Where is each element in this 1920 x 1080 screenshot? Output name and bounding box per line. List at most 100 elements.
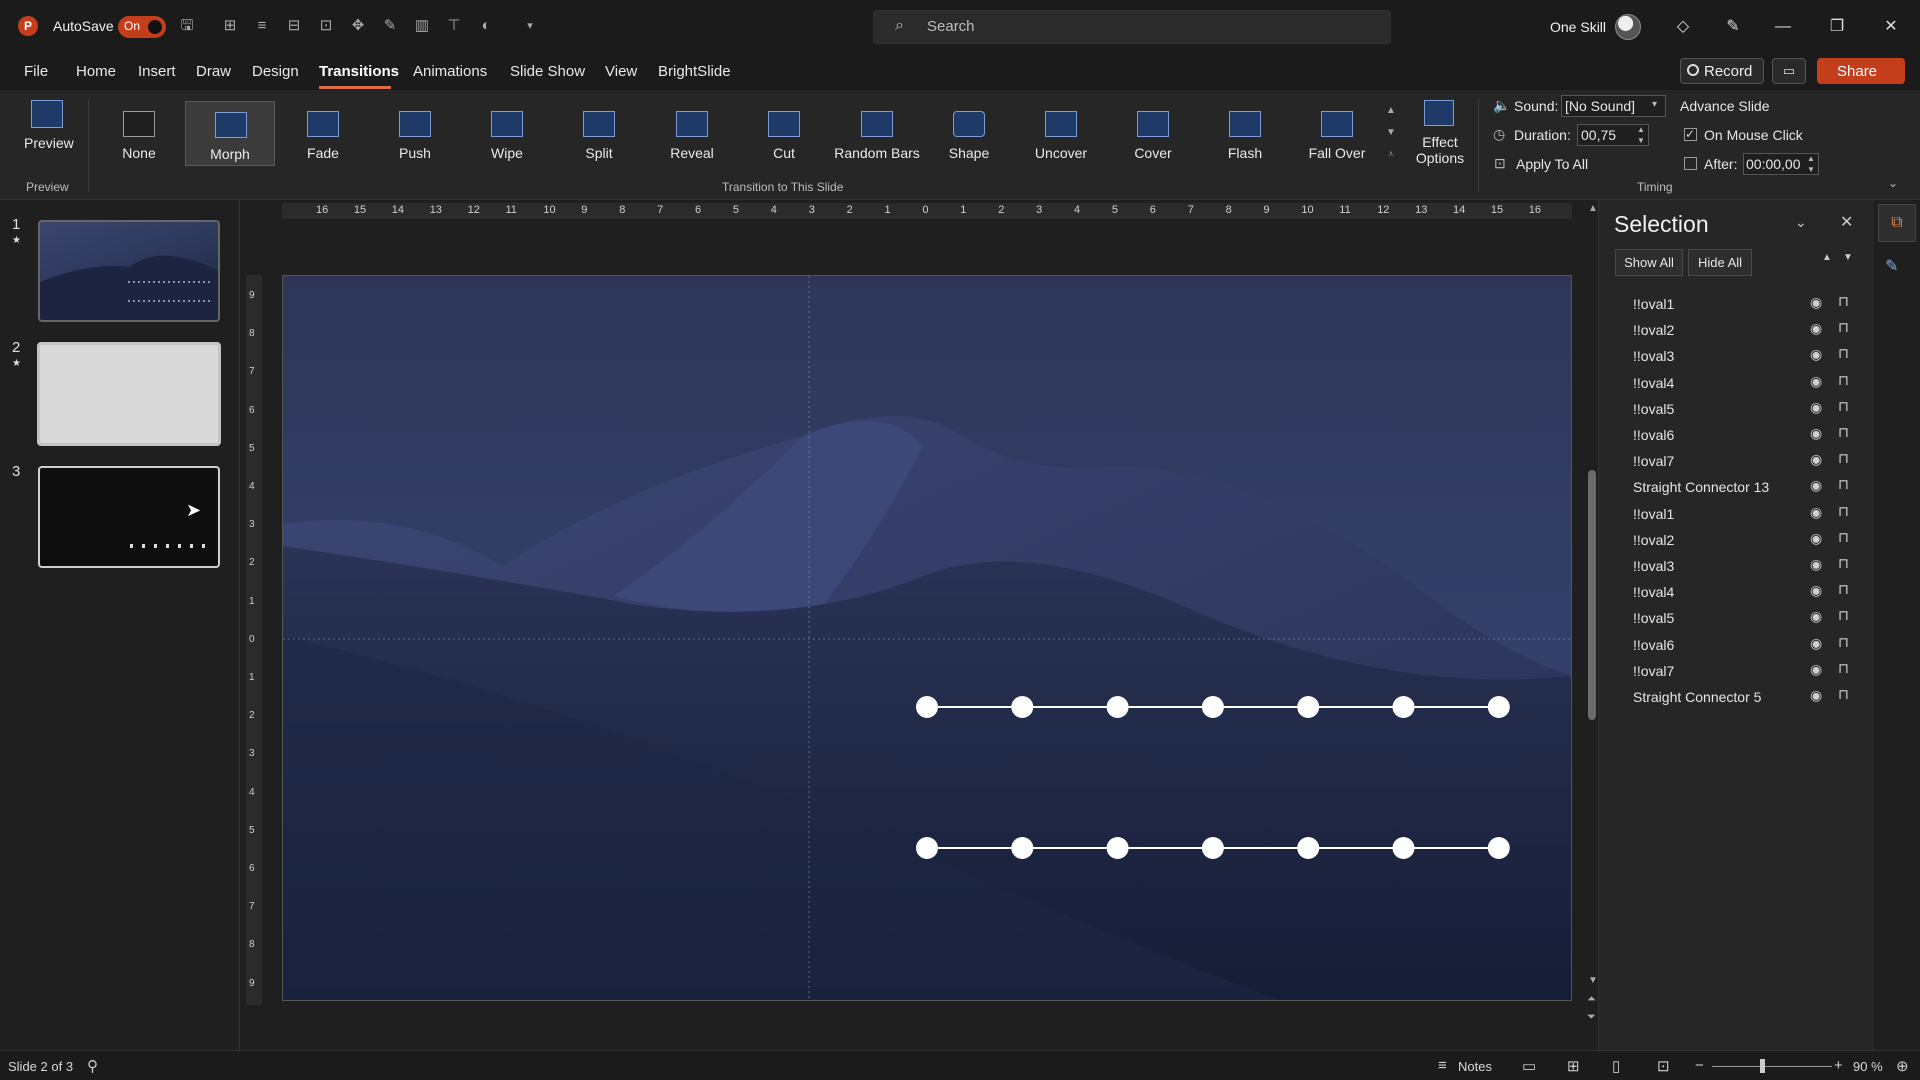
zoom-slider-thumb[interactable]	[1760, 1059, 1765, 1073]
scroll-up-icon[interactable]: ▲	[1588, 203, 1598, 214]
visibility-eye-icon[interactable]: ◉	[1810, 294, 1822, 311]
oval-2-4[interactable]	[1201, 837, 1224, 859]
save-icon[interactable]: 🖫	[177, 16, 197, 36]
tab-animations[interactable]: Animations	[413, 63, 487, 80]
oval-1-5[interactable]	[1297, 696, 1320, 718]
accessibility-icon[interactable]: ⚲	[87, 1057, 98, 1075]
selection-item[interactable]: !!oval4	[1633, 375, 1674, 391]
transition-wipe[interactable]: Wipe	[462, 101, 552, 166]
collapse-ribbon-icon[interactable]: ⌄	[1888, 176, 1898, 190]
slide-sorter-icon[interactable]: ⊞	[1567, 1057, 1580, 1075]
transition-random-bars[interactable]: Random Bars	[832, 101, 922, 166]
transition-morph[interactable]: Morph	[185, 101, 275, 166]
selection-item[interactable]: !!oval2	[1633, 322, 1674, 338]
vertical-scrollbar[interactable]	[1588, 470, 1596, 720]
zoom-slider[interactable]	[1712, 1066, 1832, 1067]
diamond-icon[interactable]: ◇	[1668, 14, 1698, 40]
oval-2-6[interactable]	[1392, 837, 1415, 859]
chart-icon[interactable]: ▥	[412, 16, 432, 36]
visibility-eye-icon[interactable]: ◉	[1810, 504, 1822, 521]
selection-item[interactable]: !!oval4	[1633, 584, 1674, 600]
unlock-icon[interactable]: ⊓	[1838, 476, 1849, 493]
selection-pane-toggle-icon[interactable]: ⧉	[1878, 204, 1916, 242]
reading-view-icon[interactable]: ▯	[1612, 1057, 1620, 1075]
unlock-icon[interactable]: ⊓	[1838, 450, 1849, 467]
oval-1-7[interactable]	[1487, 696, 1510, 718]
visibility-eye-icon[interactable]: ◉	[1810, 530, 1822, 547]
oval-1-1[interactable]	[916, 696, 938, 718]
selection-item[interactable]: !!oval3	[1633, 558, 1674, 574]
chevron-up-icon[interactable]: ▲	[1384, 100, 1398, 122]
visibility-eye-icon[interactable]: ◉	[1810, 477, 1822, 494]
unlock-icon[interactable]: ⊓	[1838, 555, 1849, 572]
visibility-eye-icon[interactable]: ◉	[1810, 608, 1822, 625]
unlock-icon[interactable]: ⊓	[1838, 581, 1849, 598]
transition-fall-over[interactable]: Fall Over	[1292, 101, 1382, 166]
unlock-icon[interactable]: ⊓	[1838, 372, 1849, 389]
visibility-eye-icon[interactable]: ◉	[1810, 399, 1822, 416]
selection-item[interactable]: !!oval7	[1633, 453, 1674, 469]
selection-item[interactable]: !!oval3	[1633, 348, 1674, 364]
tab-insert[interactable]: Insert	[138, 63, 176, 80]
effect-options-icon[interactable]	[1424, 100, 1454, 126]
tab-transitions[interactable]: Transitions	[319, 63, 399, 80]
visibility-eye-icon[interactable]: ◉	[1810, 556, 1822, 573]
transition-push[interactable]: Push	[370, 101, 460, 166]
selection-item[interactable]: !!oval5	[1633, 401, 1674, 417]
preview-button[interactable]: Preview	[24, 135, 74, 151]
pen-icon[interactable]: ✎	[380, 16, 400, 36]
visibility-eye-icon[interactable]: ◉	[1810, 582, 1822, 599]
notes-icon[interactable]: ≡	[1438, 1057, 1447, 1074]
transition-cut[interactable]: Cut	[739, 101, 829, 166]
transition-flash[interactable]: Flash	[1200, 101, 1290, 166]
visibility-eye-icon[interactable]: ◉	[1810, 661, 1822, 678]
gallery-more-icon[interactable]: ⩡	[1384, 144, 1398, 166]
tab-home[interactable]: Home	[76, 63, 116, 80]
oval-2-7[interactable]	[1487, 837, 1510, 859]
transition-split[interactable]: Split	[554, 101, 644, 166]
transition-reveal[interactable]: Reveal	[647, 101, 737, 166]
comment-icon[interactable]: ▭	[1772, 58, 1806, 84]
visibility-eye-icon[interactable]: ◉	[1810, 346, 1822, 363]
show-all-button[interactable]: Show All	[1615, 249, 1683, 276]
close-pane-icon[interactable]: ✕	[1840, 212, 1853, 232]
zoom-in-icon[interactable]: +	[1834, 1057, 1843, 1074]
visibility-eye-icon[interactable]: ◉	[1810, 451, 1822, 468]
tab-file[interactable]: File	[24, 63, 48, 80]
align-left-icon[interactable]: ⊟	[284, 16, 304, 36]
tab-draw[interactable]: Draw	[196, 63, 231, 80]
tab-brightslide[interactable]: BrightSlide	[658, 63, 731, 80]
pen-tool-icon[interactable]: ✎	[1718, 14, 1748, 40]
visibility-eye-icon[interactable]: ◉	[1810, 373, 1822, 390]
slide-show-icon[interactable]: ⊡	[1657, 1057, 1670, 1075]
selection-item[interactable]: !!oval6	[1633, 427, 1674, 443]
transition-uncover[interactable]: Uncover	[1016, 101, 1106, 166]
scroll-down-icon[interactable]: ▼	[1588, 975, 1598, 986]
oval-2-5[interactable]	[1297, 837, 1320, 859]
close-icon[interactable]: ✕	[1876, 14, 1906, 40]
user-name[interactable]: One Skill	[1550, 19, 1606, 35]
zoom-out-icon[interactable]: −	[1695, 1057, 1704, 1074]
chevron-down-icon[interactable]: ▼	[1384, 122, 1398, 144]
align-icon[interactable]: ⊞	[220, 16, 240, 36]
selection-item[interactable]: !!oval1	[1633, 296, 1674, 312]
unlock-icon[interactable]: ⊓	[1838, 293, 1849, 310]
unlock-icon[interactable]: ⊓	[1838, 503, 1849, 520]
oval-1-6[interactable]	[1392, 696, 1415, 718]
oval-1-4[interactable]	[1201, 696, 1224, 718]
chevron-down-icon[interactable]: ▾	[1652, 99, 1657, 110]
oval-1-3[interactable]	[1106, 696, 1129, 718]
zoom-level[interactable]: 90 %	[1853, 1059, 1883, 1074]
oval-2-1[interactable]	[916, 837, 938, 859]
restore-icon[interactable]: ❐	[1822, 14, 1852, 40]
fit-to-window-icon[interactable]: ⊕	[1896, 1057, 1909, 1075]
distribute-icon[interactable]: ≡	[252, 16, 272, 36]
unlock-icon[interactable]: ⊓	[1838, 424, 1849, 441]
selection-item[interactable]: Straight Connector 5	[1633, 689, 1761, 705]
unlock-icon[interactable]: ⊓	[1838, 686, 1849, 703]
previous-slide-icon[interactable]: ⏶	[1587, 993, 1596, 1006]
after-spinner[interactable]: ▲ ▼	[1807, 153, 1815, 175]
unlock-icon[interactable]: ⊓	[1838, 607, 1849, 624]
oval-2-2[interactable]	[1011, 837, 1034, 859]
visibility-eye-icon[interactable]: ◉	[1810, 635, 1822, 652]
